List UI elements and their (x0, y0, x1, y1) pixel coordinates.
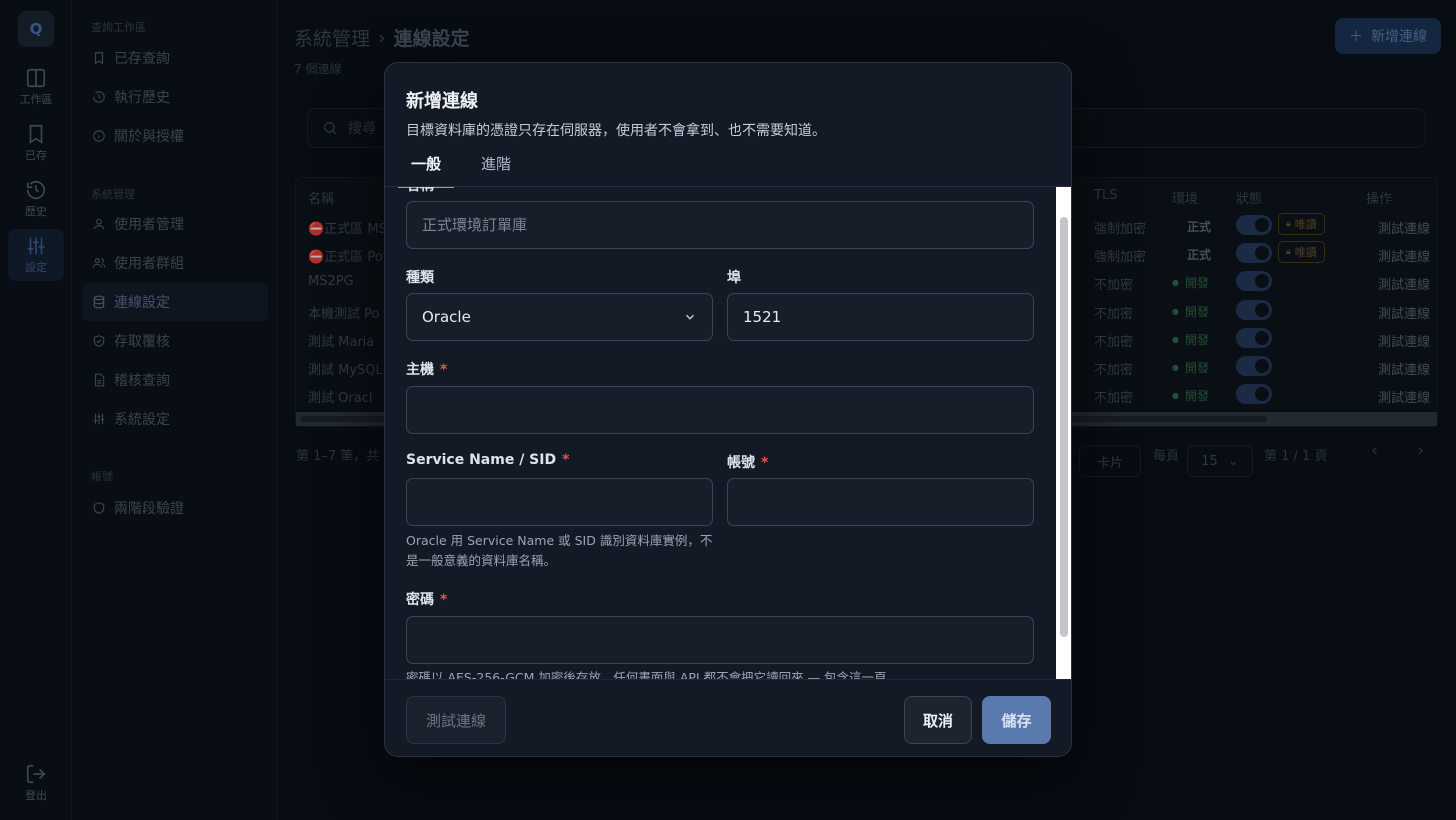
host-label: 主機 * (406, 362, 448, 378)
service-name-input[interactable] (406, 478, 713, 526)
host-input[interactable] (406, 386, 1034, 434)
scrollbar-thumb[interactable] (1060, 217, 1068, 637)
chevron-down-icon (686, 314, 694, 320)
save-button[interactable]: 儲存 (982, 696, 1051, 744)
dialog-form-body: 名稱 種類 Oracle 埠 主機* Service Name / SID* O… (385, 187, 1056, 679)
required-mark: * (761, 455, 769, 471)
dialog-footer: 測試連線 取消 儲存 (385, 679, 1071, 756)
tab-general[interactable]: 一般 (398, 153, 455, 188)
required-mark: * (440, 362, 448, 378)
required-mark: * (562, 452, 570, 468)
service-name-label: Service Name / SID * (406, 452, 570, 468)
port-input[interactable] (727, 293, 1034, 341)
dialog-title: 新增連線 (406, 91, 478, 112)
dialog-description: 目標資料庫的憑證只存在伺服器，使用者不會拿到、也不需要知道。 (406, 123, 826, 139)
tab-advanced[interactable]: 進階 (468, 153, 524, 187)
service-name-hint: Oracle 用 Service Name 或 SID 識別資料庫實例，不是一般… (406, 533, 713, 568)
account-input[interactable] (727, 478, 1034, 526)
type-value: Oracle (422, 308, 471, 326)
required-mark: * (440, 592, 448, 608)
new-connection-dialog: 新增連線 目標資料庫的憑證只存在伺服器，使用者不會拿到、也不需要知道。 一般 進… (384, 62, 1072, 757)
password-input[interactable] (406, 616, 1034, 664)
name-input[interactable] (406, 201, 1034, 249)
type-label: 種類 (406, 270, 434, 286)
account-label: 帳號 * (727, 455, 769, 471)
port-label: 埠 (727, 270, 741, 286)
vertical-scrollbar[interactable] (1056, 187, 1071, 679)
password-label: 密碼 * (406, 592, 448, 608)
password-hint: 密碼以 AES-256-GCM 加密後存放，任何畫面與 API 都不會把它讀回來… (406, 670, 900, 679)
cancel-button[interactable]: 取消 (904, 696, 972, 744)
name-label: 名稱 (406, 187, 434, 195)
test-connection-button[interactable]: 測試連線 (406, 696, 506, 744)
type-select[interactable]: Oracle (406, 293, 713, 341)
dialog-tabs: 一般 進階 (398, 147, 1071, 188)
